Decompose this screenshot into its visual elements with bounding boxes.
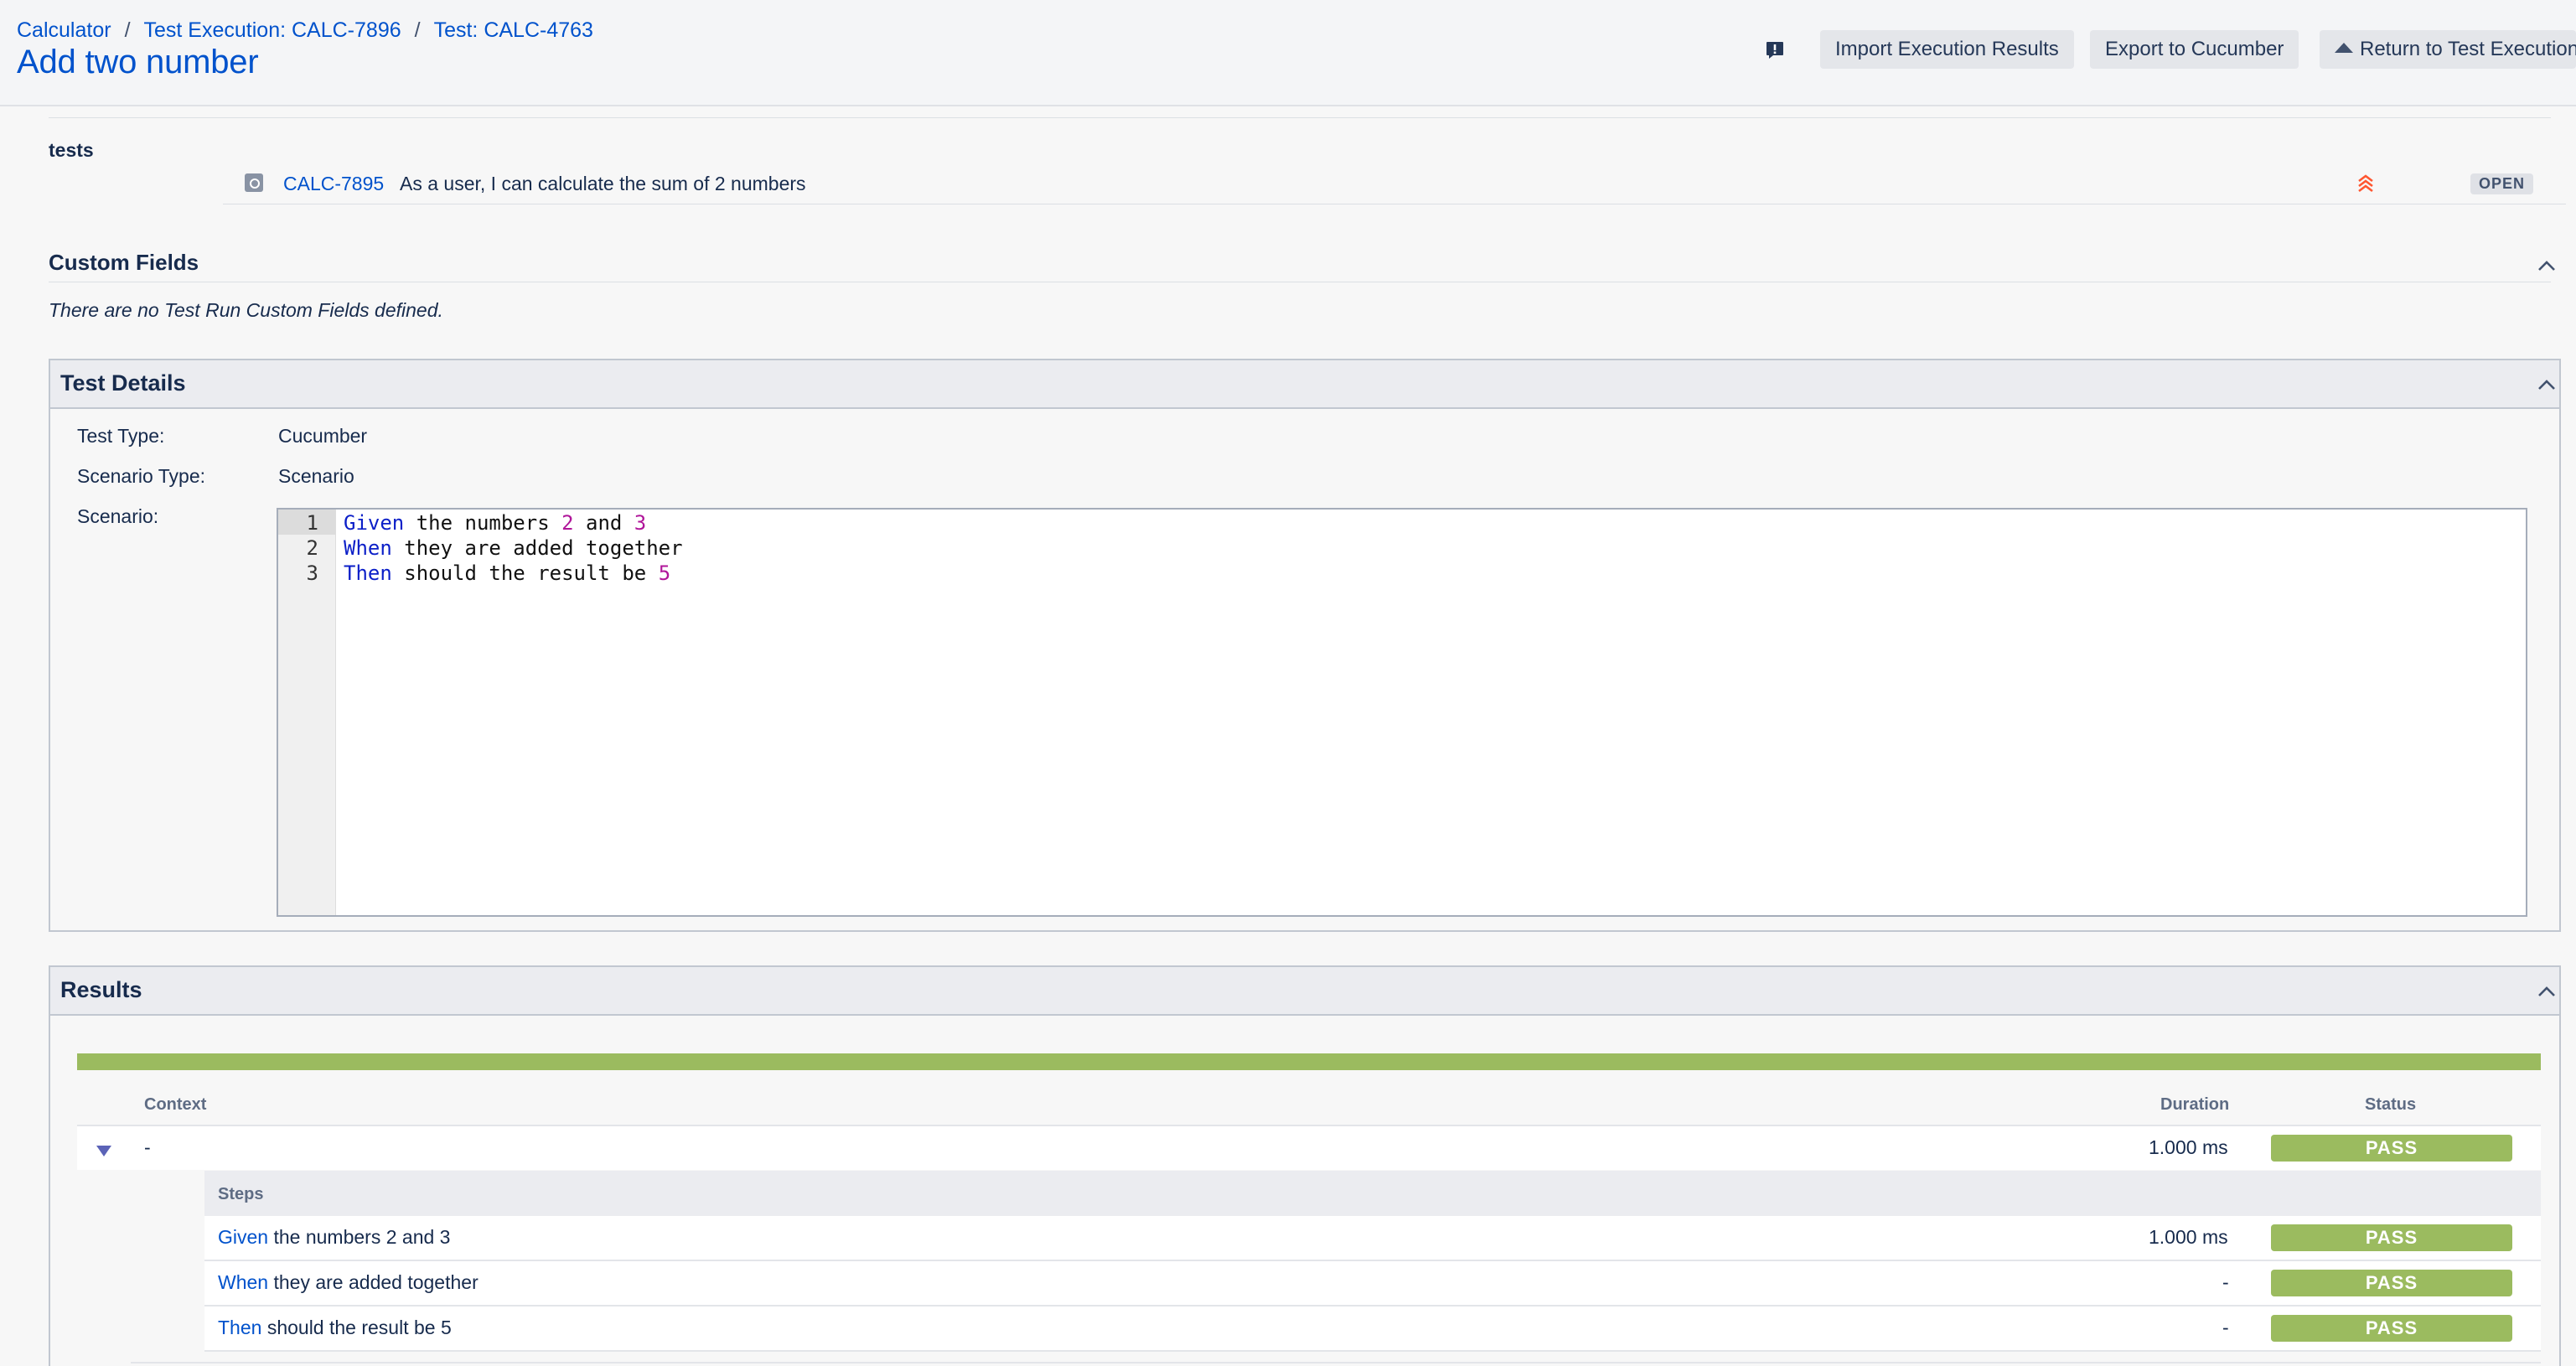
code-line: Given the numbers 2 and 3 [344, 511, 646, 535]
step-description: they are added together [268, 1271, 478, 1293]
status-badge: PASS [2271, 1135, 2512, 1162]
breadcrumb-separator: / [124, 18, 131, 42]
breadcrumb-project[interactable]: Calculator [17, 18, 111, 42]
step-keyword: Then [218, 1317, 262, 1338]
context-value: - [144, 1136, 151, 1158]
test-issue-key-link[interactable]: CALC-7895 [283, 173, 384, 195]
code-line: When they are added together [344, 536, 683, 560]
code-text: the numbers [404, 511, 562, 535]
breadcrumb-separator: / [414, 18, 421, 42]
status-badge: PASS [2271, 1224, 2512, 1251]
issue-status-badge: OPEN [2470, 173, 2534, 194]
return-arrow-icon [2335, 42, 2353, 53]
line-number-gutter: 1 2 3 [278, 510, 336, 915]
step-row: Then should the result be 5 - PASS [204, 1306, 2541, 1352]
page-header: Calculator / Test Execution: CALC-7896 / Tes… [0, 0, 2576, 106]
duration-column-header: Duration [2160, 1095, 2230, 1114]
import-execution-results-button[interactable]: Import Execution Results [1820, 30, 2074, 69]
gherkin-keyword: Given [344, 511, 405, 535]
steps-header: Steps [204, 1171, 2541, 1216]
step-duration: - [2222, 1317, 2229, 1338]
code-number: 5 [658, 561, 671, 585]
code-text: should the result be [391, 561, 659, 585]
scenario-type-label: Scenario Type: [77, 465, 206, 487]
context-duration: 1.000 ms [2149, 1136, 2228, 1158]
test-type-value: Cucumber [278, 425, 368, 447]
breadcrumb-test[interactable]: Test: CALC-4763 [434, 18, 593, 42]
gherkin-keyword: When [344, 536, 392, 560]
line-number: 3 [306, 561, 318, 585]
line-number: 2 [306, 536, 318, 560]
issue-type-icon [245, 173, 263, 192]
custom-fields-title: Custom Fields [49, 250, 199, 275]
custom-fields-empty-message: There are no Test Run Custom Fields defi… [49, 299, 443, 321]
step-duration: 1.000 ms [2149, 1226, 2228, 1248]
status-column-header: Status [2365, 1095, 2417, 1114]
chevron-up-icon[interactable] [2537, 379, 2556, 391]
code-line: Then should the result be 5 [344, 561, 670, 585]
results-progress-bar [77, 1053, 2541, 1070]
test-details-header[interactable]: Test Details [50, 360, 2559, 409]
step-text: Given the numbers 2 and 3 [218, 1226, 450, 1249]
chevron-up-icon[interactable] [2537, 260, 2556, 272]
code-number: 2 [561, 511, 574, 535]
status-badge: PASS [2271, 1270, 2512, 1296]
steps-header-label: Steps [218, 1185, 264, 1203]
test-details-title: Test Details [60, 370, 186, 396]
breadcrumb-test-execution[interactable]: Test Execution: CALC-7896 [144, 18, 401, 42]
page-title: Add two number [17, 44, 259, 80]
test-issue-summary: As a user, I can calculate the sum of 2 … [400, 173, 806, 194]
breadcrumb: Calculator / Test Execution: CALC-7896 / Tes… [17, 18, 593, 43]
return-button-label: Return to Test Execution [2360, 38, 2576, 60]
test-type-label: Test Type: [77, 425, 165, 447]
scenario-label: Scenario: [77, 505, 159, 527]
context-column-header: Context [144, 1095, 207, 1114]
step-row: Given the numbers 2 and 3 1.000 ms PASS [204, 1216, 2541, 1261]
priority-highest-icon [2358, 174, 2373, 193]
divider [49, 117, 2551, 118]
code-text: they are added together [391, 536, 683, 560]
step-duration: - [2222, 1271, 2229, 1293]
status-badge: PASS [2271, 1315, 2512, 1342]
return-to-test-execution-button[interactable]: Return to Test Execution [2320, 30, 2576, 69]
scenario-code-editor[interactable]: 1 2 3 Given the numbers 2 and 3 When the… [277, 508, 2527, 917]
divider [131, 1362, 2541, 1363]
feedback-icon[interactable] [1765, 40, 1785, 60]
step-description: the numbers 2 and 3 [268, 1226, 451, 1248]
step-row: When they are added together - PASS [204, 1261, 2541, 1306]
chevron-up-icon[interactable] [2537, 986, 2556, 997]
export-to-cucumber-button[interactable]: Export to Cucumber [2090, 30, 2299, 69]
gherkin-keyword: Then [344, 561, 392, 585]
scenario-type-value: Scenario [278, 465, 354, 487]
code-number: 3 [634, 511, 647, 535]
step-keyword: When [218, 1271, 269, 1293]
line-number: 1 [306, 511, 318, 535]
results-title: Results [60, 977, 142, 1002]
results-header[interactable]: Results [50, 967, 2559, 1016]
step-text: Then should the result be 5 [218, 1317, 452, 1339]
step-keyword: Given [218, 1226, 269, 1248]
step-text: When they are added together [218, 1271, 478, 1294]
tests-label: tests [49, 139, 94, 161]
step-description: should the result be 5 [261, 1317, 452, 1338]
expand-triangle-icon[interactable] [95, 1142, 113, 1159]
code-text: and [573, 511, 634, 535]
